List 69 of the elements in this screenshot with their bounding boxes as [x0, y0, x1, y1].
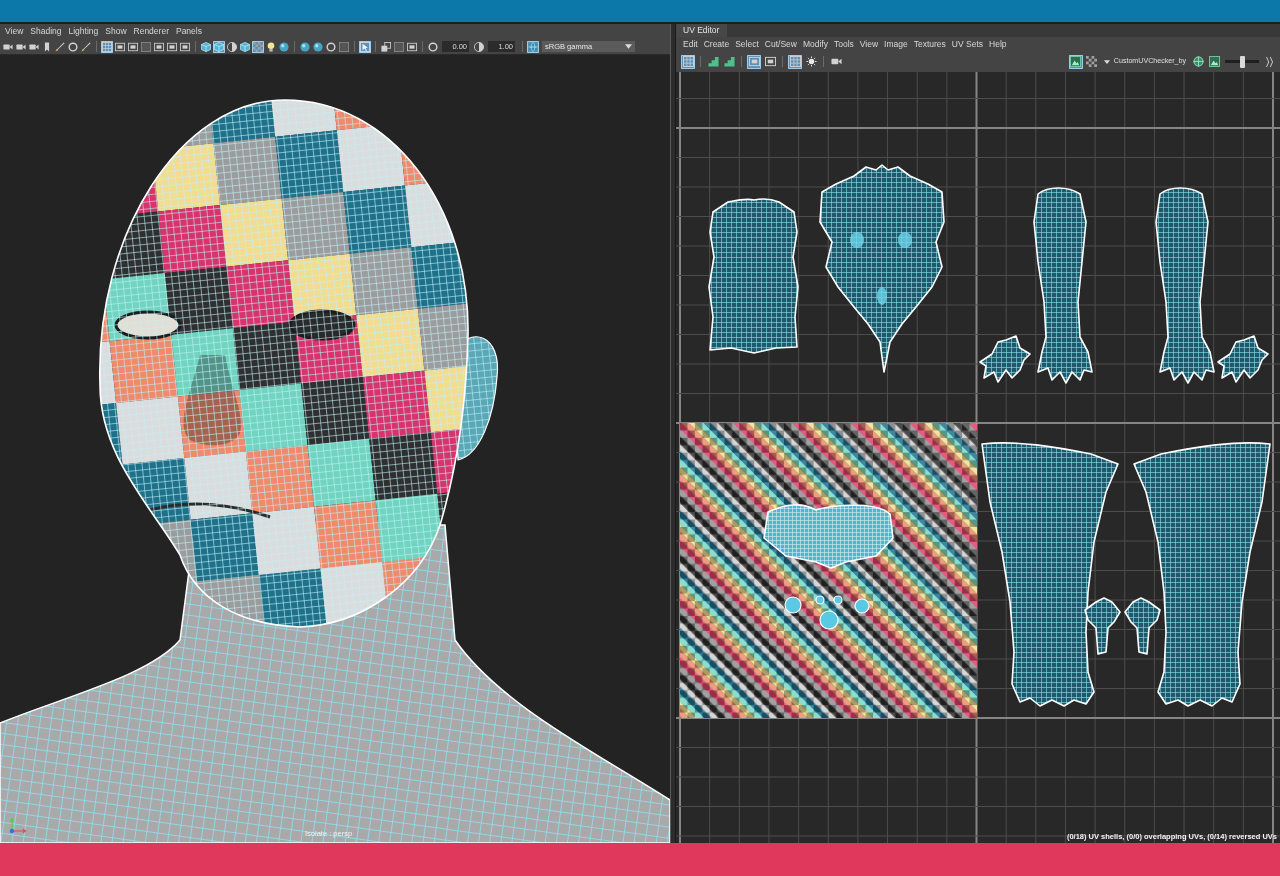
frame-icon[interactable]: [127, 40, 139, 53]
stairs-icon[interactable]: [722, 54, 736, 69]
sphere-icon[interactable]: [278, 40, 290, 53]
menu-item[interactable]: Image: [884, 39, 908, 49]
hand-uv-shell: [979, 335, 1031, 383]
menu-item[interactable]: Tools: [833, 39, 854, 49]
frame-icon[interactable]: [747, 54, 761, 69]
stacked-squares-icon[interactable]: [380, 40, 392, 53]
menu-item[interactable]: View: [859, 39, 879, 49]
image-icon[interactable]: [1207, 54, 1221, 69]
menu-item[interactable]: Help: [989, 39, 1007, 49]
frame-icon[interactable]: [114, 40, 126, 53]
panel-tab[interactable]: UV Editor: [676, 24, 728, 37]
brush-icon[interactable]: [54, 40, 66, 53]
small-uv-shell: [784, 596, 802, 614]
checker-icon[interactable]: [252, 40, 264, 53]
menu-item[interactable]: Renderer: [133, 27, 169, 36]
cube-icon[interactable]: [239, 40, 251, 53]
grid-icon[interactable]: [101, 40, 113, 53]
menu-item[interactable]: Panels: [175, 27, 202, 36]
frame-icon[interactable]: [763, 54, 777, 69]
square-icon[interactable]: [338, 40, 350, 53]
cube-icon[interactable]: [200, 40, 212, 53]
image-icon[interactable]: [1068, 54, 1083, 69]
sphere-icon[interactable]: [1191, 54, 1205, 69]
grid-icon[interactable]: [788, 54, 802, 69]
menu-item[interactable]: Modify: [802, 39, 828, 49]
frame-icon[interactable]: [406, 40, 418, 53]
menu-item[interactable]: View: [5, 27, 24, 36]
menu-item[interactable]: Select: [735, 39, 759, 49]
frame-icon[interactable]: [153, 40, 165, 53]
globe-icon[interactable]: [527, 40, 539, 53]
small-uv-shell: [819, 610, 839, 630]
slider-thumb[interactable]: [1239, 55, 1245, 68]
menu-item[interactable]: Create: [703, 39, 730, 49]
sun-icon[interactable]: [804, 54, 818, 69]
foot-uv-shell: [1124, 597, 1161, 655]
caret-icon: [625, 44, 632, 49]
checker-icon[interactable]: [1084, 54, 1099, 69]
foot-uv-shell: [1084, 597, 1121, 655]
ring-icon[interactable]: [67, 40, 79, 53]
menu-item[interactable]: UV Sets: [951, 39, 984, 49]
sphere-icon[interactable]: [299, 40, 311, 53]
menu-item[interactable]: Show: [105, 27, 127, 36]
square-icon[interactable]: [393, 40, 405, 53]
half-circle-icon[interactable]: [226, 40, 238, 53]
expand-icon[interactable]: [1265, 55, 1274, 68]
frame-icon[interactable]: [179, 40, 191, 53]
brush-icon[interactable]: [80, 40, 92, 53]
menu-item[interactable]: Textures: [913, 39, 946, 49]
menu-item[interactable]: Shading: [30, 27, 62, 36]
small-uv-shell: [854, 598, 870, 614]
pointer-icon[interactable]: [359, 40, 371, 53]
cube-icon[interactable]: [213, 40, 225, 53]
stairs-icon[interactable]: [706, 54, 720, 69]
light-bulb-icon[interactable]: [265, 40, 277, 53]
hand-uv-shell: [1217, 335, 1269, 383]
menu-item[interactable]: Edit: [683, 39, 698, 49]
half-circle-icon[interactable]: [473, 40, 485, 53]
menu-item[interactable]: Cut/Sew: [764, 39, 797, 49]
ring-icon[interactable]: [325, 40, 337, 53]
square-icon[interactable]: [140, 40, 152, 53]
sphere-icon[interactable]: [312, 40, 324, 53]
ring-icon[interactable]: [427, 40, 439, 53]
menu-item[interactable]: Lighting: [68, 27, 99, 36]
axis-gizmo-icon: [7, 817, 27, 835]
caret-icon: [1103, 59, 1110, 64]
frame-icon[interactable]: [166, 40, 178, 53]
grid-icon[interactable]: [681, 54, 695, 69]
